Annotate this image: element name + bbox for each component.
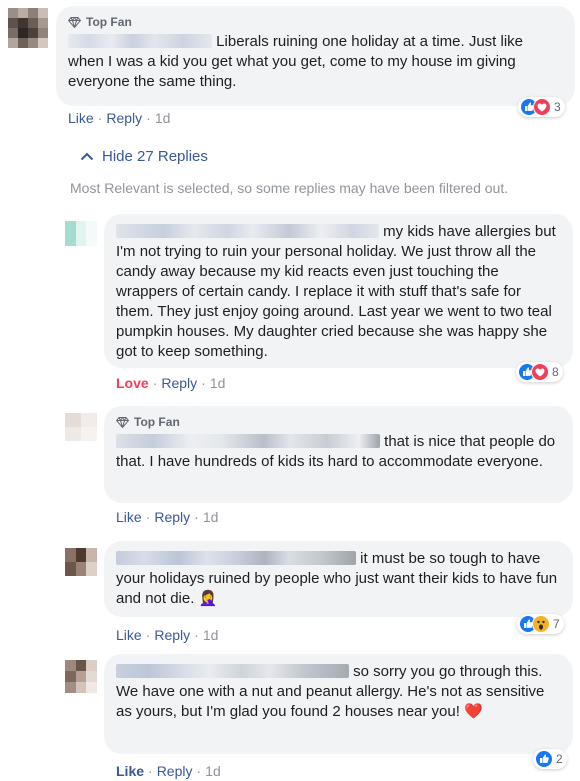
like-reaction-icon [535,750,553,768]
hide-replies-label: Hide 27 Replies [102,148,208,165]
top-fan-label: Top Fan [134,415,180,429]
redacted-author-name[interactable] [116,664,349,678]
reply-reactions[interactable]: 8 [516,362,563,382]
reply-button[interactable]: Reply [154,627,190,643]
reply-timestamp[interactable]: 1d [205,763,221,779]
reply-button[interactable]: Reply [157,763,193,779]
reply-actions: Like · Reply · 1d [116,509,219,525]
reply-reactions[interactable]: 7 [517,614,564,634]
reply-timestamp[interactable]: 1d [210,375,226,391]
reaction-count: 8 [552,365,559,379]
reply-actions: Like · Reply · 1d [116,627,219,643]
reply-actions: Love · Reply · 1d [116,375,226,391]
reply-avatar[interactable] [65,413,97,441]
chevron-up-icon [80,152,94,161]
comment-reactions[interactable]: 3 [518,97,565,117]
reply-reactions[interactable]: 2 [533,749,567,769]
reaction-count: 7 [553,617,560,631]
like-button[interactable]: Like [68,110,94,126]
reply-text: my kids have allergies but I'm not tryin… [116,223,556,360]
love-button[interactable]: Love [116,375,149,391]
top-fan-label: Top Fan [86,15,132,29]
reply-avatar[interactable] [65,548,97,576]
filter-note: Most Relevant is selected, so some repli… [70,180,509,196]
reply-bubble: Top Fan that is nice that people do that… [104,406,573,503]
reply-button[interactable]: Reply [106,110,142,126]
reply-button[interactable]: Reply [154,509,190,525]
love-reaction-icon [531,363,549,381]
reaction-count: 2 [556,752,563,766]
reply-bubble: it must be so tough to have your holiday… [104,541,573,617]
comment-actions: Like · Reply · 1d [68,110,171,126]
commenter-avatar[interactable] [8,8,48,48]
hide-replies-button[interactable]: Hide 27 Replies [80,148,208,165]
wow-reaction-icon [532,615,550,633]
reply-avatar[interactable] [65,221,97,246]
comment-bubble: Top Fan Liberals ruining one holiday at … [56,6,575,106]
love-reaction-icon [533,98,551,116]
top-fan-badge: Top Fan [116,414,561,430]
redacted-author-name[interactable] [116,434,380,448]
comment-timestamp[interactable]: 1d [155,110,171,126]
diamond-icon [68,16,81,28]
redacted-author-name[interactable] [68,34,212,48]
reply-actions: Like · Reply · 1d [116,763,221,779]
reply-bubble: my kids have allergies but I'm not tryin… [104,214,573,368]
redacted-author-name[interactable] [116,551,356,565]
reply-avatar[interactable] [65,660,97,693]
reply-timestamp[interactable]: 1d [203,509,219,525]
like-button[interactable]: Like [116,627,142,643]
top-fan-badge: Top Fan [68,14,563,30]
reply-bubble: so sorry you go through this. We have on… [104,654,573,754]
redacted-author-name[interactable] [116,224,379,238]
reply-timestamp[interactable]: 1d [203,627,219,643]
like-button[interactable]: Like [116,509,142,525]
reply-button[interactable]: Reply [161,375,197,391]
diamond-icon [116,416,129,428]
reaction-count: 3 [554,100,561,114]
like-button[interactable]: Like [116,763,144,779]
